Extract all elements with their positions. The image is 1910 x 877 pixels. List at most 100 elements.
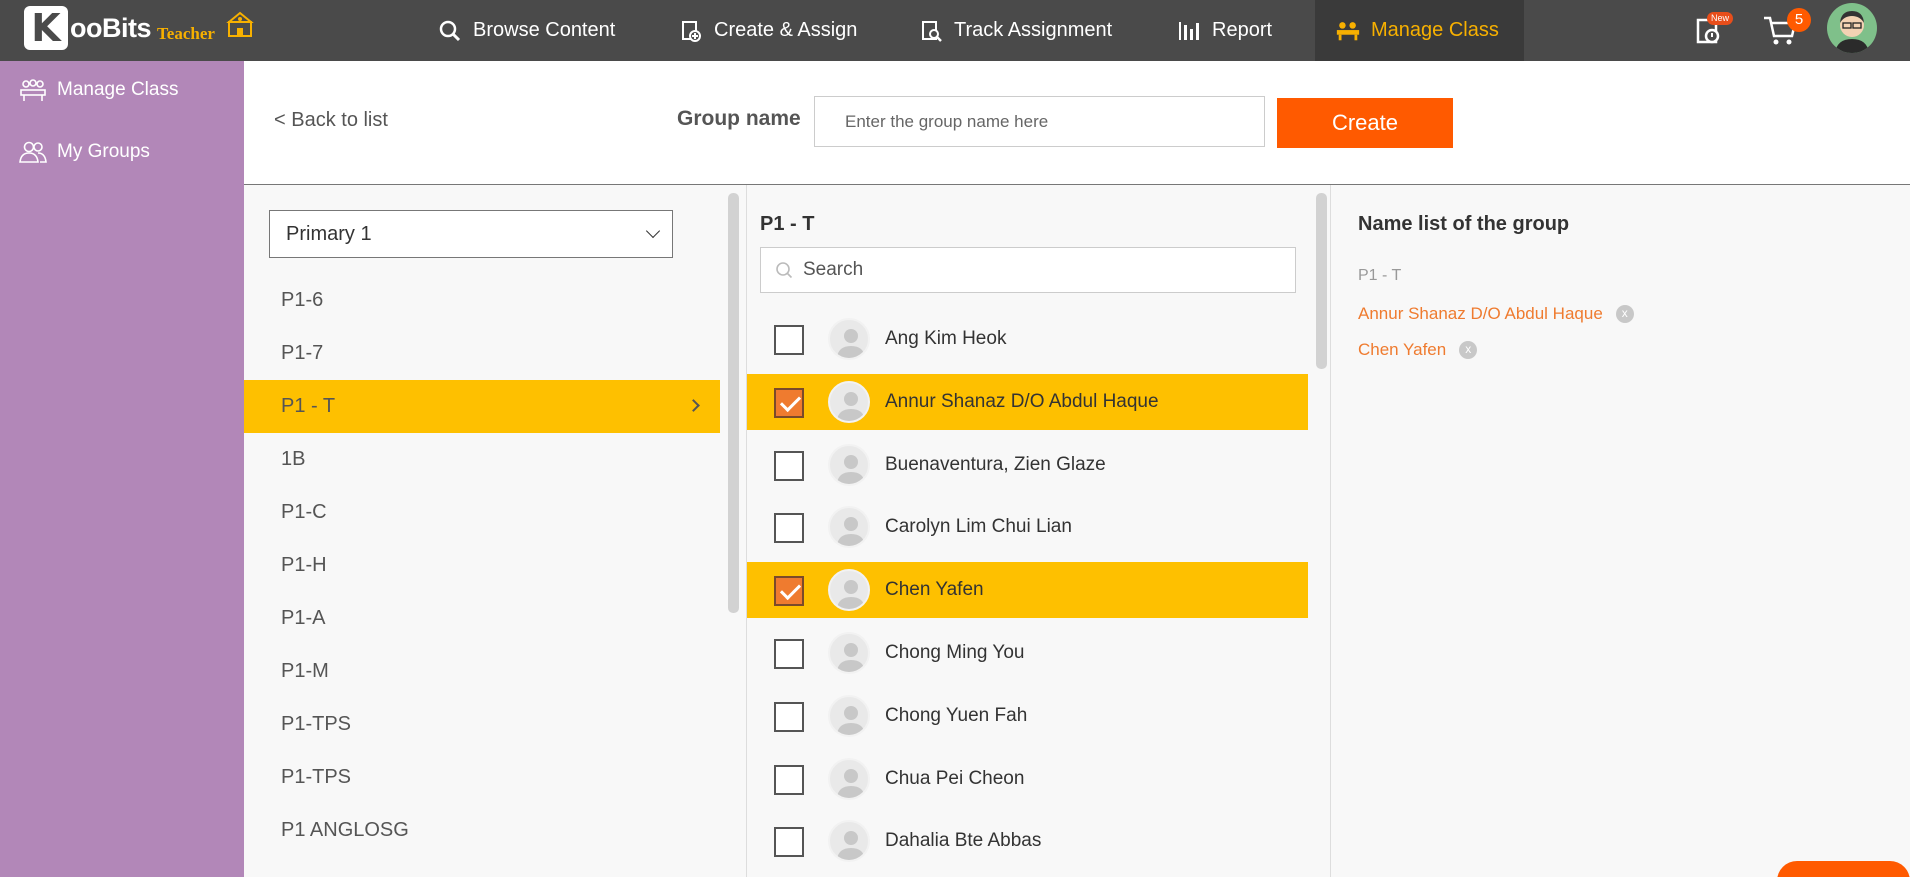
class-item[interactable]: P1-TPS xyxy=(244,698,720,751)
student-name: Dahalia Bte Abbas xyxy=(885,830,1042,851)
class-item[interactable]: P1 ANGLOSG xyxy=(244,804,720,857)
sidebar: Manage Class My Groups xyxy=(0,61,244,877)
chevron-right-icon xyxy=(687,399,700,412)
class-item[interactable]: P1-TPS xyxy=(244,751,720,804)
remove-member-icon[interactable]: x xyxy=(1459,341,1478,359)
logo-name: ooBits xyxy=(70,12,152,43)
student-avatar-icon xyxy=(828,569,870,611)
create-assign-icon xyxy=(678,18,704,44)
class-list-panel: Primary 1 P1-6 P1-7 P1 - T 1B P1-C P1-H P1-A P1… xyxy=(244,185,746,877)
group-name-input[interactable] xyxy=(814,96,1265,147)
class-item[interactable]: P1-C xyxy=(244,486,720,539)
nav-create-assign[interactable]: Create & Assign xyxy=(678,0,857,61)
groups-icon xyxy=(19,141,47,163)
student-name: Chong Ming You xyxy=(885,642,1025,663)
student-row[interactable]: Chong Yuen Fah xyxy=(747,688,1308,744)
student-avatar-icon xyxy=(828,444,870,486)
cart-count-badge: 5 xyxy=(1787,8,1811,32)
bar-chart-icon xyxy=(1176,18,1202,44)
nav-label: Browse Content xyxy=(473,19,616,41)
search-icon xyxy=(437,18,463,44)
search-input[interactable] xyxy=(803,259,1283,281)
student-row[interactable]: Chen Yafen xyxy=(747,562,1308,618)
class-list-scrollbar[interactable] xyxy=(728,193,739,613)
sidebar-item-label: Manage Class xyxy=(57,79,179,100)
create-button[interactable]: Create xyxy=(1277,98,1453,148)
class-item-label: P1-C xyxy=(281,501,327,523)
student-checkbox[interactable] xyxy=(774,639,804,669)
student-checkbox[interactable] xyxy=(774,576,804,606)
class-item-label: P1-H xyxy=(281,554,327,576)
student-checkbox[interactable] xyxy=(774,702,804,732)
student-avatar-icon xyxy=(828,820,870,862)
sidebar-item-manage-class[interactable]: Manage Class xyxy=(18,75,178,105)
nav-browse-content[interactable]: Browse Content xyxy=(437,0,615,61)
student-checkbox[interactable] xyxy=(774,765,804,795)
student-row[interactable]: Buenaventura, Zien Glaze xyxy=(747,437,1308,493)
logo-teacher-label: Teacher xyxy=(157,24,215,43)
group-member-name: Annur Shanaz D/O Abdul Haque xyxy=(1358,304,1603,323)
student-name: Annur Shanaz D/O Abdul Haque xyxy=(885,391,1159,412)
student-list-scrollbar[interactable] xyxy=(1316,193,1327,369)
class-item[interactable]: 1B xyxy=(244,433,720,486)
student-row[interactable]: Ang Kim Heok xyxy=(747,311,1308,367)
group-form-header: < Back to list Group name Create xyxy=(244,61,1910,185)
class-item-label: P1-M xyxy=(281,660,329,682)
group-members-panel: Name list of the group P1 - T Annur Shan… xyxy=(1331,185,1910,877)
class-item-label: P1-TPS xyxy=(281,766,352,788)
nav-manage-class[interactable]: Manage Class xyxy=(1315,0,1524,61)
group-list-title: Name list of the group xyxy=(1358,213,1570,235)
user-avatar[interactable] xyxy=(1827,3,1877,53)
student-name: Chua Pei Cheon xyxy=(885,768,1025,789)
new-badge: New xyxy=(1707,12,1734,25)
group-name-label: Group name xyxy=(677,107,801,130)
class-title: P1 - T xyxy=(760,213,815,235)
student-checkbox[interactable] xyxy=(774,827,804,857)
nav-label: Track Assignment xyxy=(954,19,1113,41)
class-item[interactable]: P1-7 xyxy=(244,327,720,380)
school-icon xyxy=(226,11,254,37)
group-member: Chen Yafen x xyxy=(1358,339,1478,361)
back-to-list-link[interactable]: < Back to list xyxy=(274,109,388,132)
remove-member-icon[interactable]: x xyxy=(1615,305,1634,323)
class-item-label: P1 - T xyxy=(281,395,336,417)
nav-label: Create & Assign xyxy=(714,19,858,41)
class-item-label: P1-7 xyxy=(281,342,324,364)
student-row[interactable]: Dahalia Bte Abbas xyxy=(747,813,1308,869)
nav-label: Manage Class xyxy=(1371,19,1499,41)
nav-track-assignment[interactable]: Track Assignment xyxy=(918,0,1112,61)
student-row[interactable]: Annur Shanaz D/O Abdul Haque xyxy=(747,374,1308,430)
student-avatar-icon xyxy=(828,381,870,423)
class-item[interactable]: P1 - T xyxy=(244,380,720,433)
student-checkbox[interactable] xyxy=(774,388,804,418)
student-search[interactable] xyxy=(760,247,1296,293)
class-icon xyxy=(20,79,46,101)
koobits-logo[interactable]: K ooBits Teacher xyxy=(24,5,255,51)
logo-letter: K xyxy=(24,6,68,50)
level-select-value: Primary 1 xyxy=(286,222,372,245)
search-icon xyxy=(776,262,793,279)
class-item-label: P1-TPS xyxy=(281,713,352,735)
class-item-label: P1 ANGLOSG xyxy=(281,819,409,841)
class-item[interactable]: P1-6 xyxy=(244,274,720,327)
level-select[interactable]: Primary 1 xyxy=(269,210,673,258)
student-checkbox[interactable] xyxy=(774,513,804,543)
sidebar-item-my-groups[interactable]: My Groups xyxy=(18,137,150,167)
class-item[interactable]: P1-M xyxy=(244,645,720,698)
group-class-label: P1 - T xyxy=(1358,267,1402,284)
floating-action-button[interactable] xyxy=(1777,861,1910,877)
student-name: Ang Kim Heok xyxy=(885,328,1007,349)
student-checkbox[interactable] xyxy=(774,451,804,481)
class-item[interactable]: P1-H xyxy=(244,539,720,592)
student-row[interactable]: Chong Ming You xyxy=(747,625,1308,681)
student-name: Carolyn Lim Chui Lian xyxy=(885,516,1072,537)
student-checkbox[interactable] xyxy=(774,325,804,355)
track-icon xyxy=(918,18,944,44)
class-item-label: P1-6 xyxy=(281,289,324,311)
nav-report[interactable]: Report xyxy=(1176,0,1272,61)
student-avatar-icon xyxy=(828,318,870,360)
student-row[interactable]: Carolyn Lim Chui Lian xyxy=(747,499,1308,555)
student-avatar-icon xyxy=(828,506,870,548)
class-item[interactable]: P1-A xyxy=(244,592,720,645)
student-row[interactable]: Chua Pei Cheon xyxy=(747,751,1308,807)
